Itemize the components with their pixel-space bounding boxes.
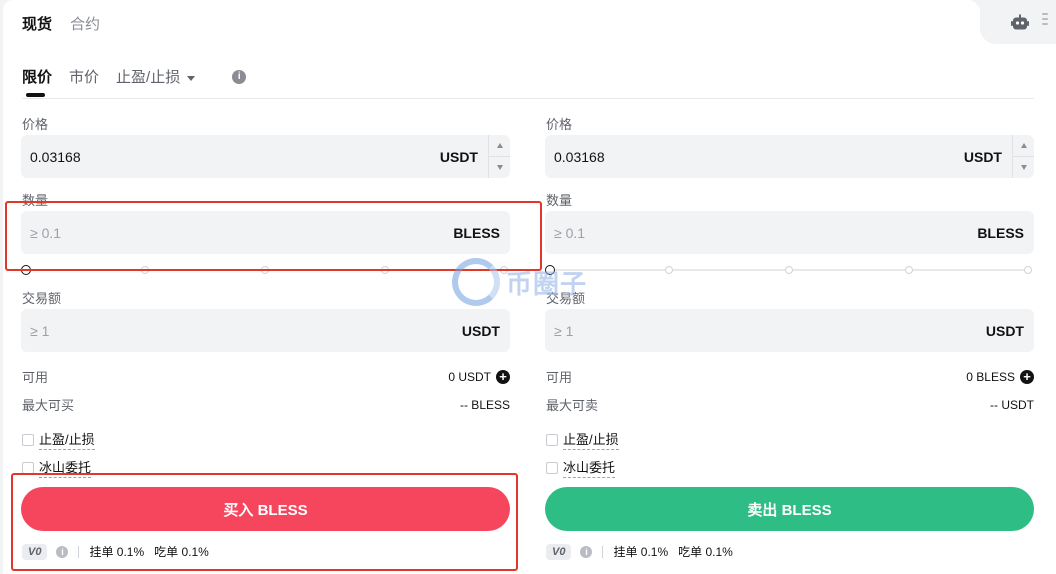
sell-qty-input[interactable]: ≥ 0.1 BLESS xyxy=(545,211,1034,254)
increment-button[interactable] xyxy=(1013,135,1034,156)
watermark-logo-icon xyxy=(452,258,500,306)
sell-button[interactable]: 卖出 BLESS xyxy=(545,487,1034,531)
sell-price-unit: USDT xyxy=(963,148,1002,165)
tab-tpsl-label: 止盈/止损 xyxy=(116,69,181,86)
vip-badge[interactable]: V0 xyxy=(546,543,572,560)
sell-available-row: 可用 0 BLESS + xyxy=(546,367,1034,386)
slider-step-50[interactable] xyxy=(785,266,793,274)
chevron-down-icon xyxy=(187,75,196,81)
watermark-text: 币圈子 xyxy=(506,268,588,299)
sell-percent-slider[interactable] xyxy=(545,264,1034,276)
tabs-divider xyxy=(22,98,1034,99)
sell-qty-label: 数量 xyxy=(546,193,573,208)
tab-market[interactable]: 市价 xyxy=(69,66,99,87)
sell-qty-placeholder: ≥ 0.1 xyxy=(554,224,586,241)
buy-amount-input[interactable]: ≥ 1 USDT xyxy=(21,309,510,352)
sell-iceberg-label: 冰山委托 xyxy=(563,457,616,478)
buy-price-label: 价格 xyxy=(22,117,49,132)
checkbox-box[interactable] xyxy=(546,461,558,474)
slider-step-100[interactable] xyxy=(1024,266,1032,274)
buy-tpsl-label: 止盈/止损 xyxy=(39,429,95,450)
maker-fee: 挂单 0.1% xyxy=(613,545,669,559)
sell-price-stepper xyxy=(1012,135,1034,178)
plus-icon[interactable]: + xyxy=(1020,369,1034,384)
buy-price-unit: USDT xyxy=(439,148,478,165)
slider-step-75[interactable] xyxy=(905,266,913,274)
robot-icon[interactable] xyxy=(1011,14,1029,32)
sell-max-row: 最大可卖 -- USDT xyxy=(546,395,1034,414)
buy-price-stepper xyxy=(488,135,510,178)
info-icon[interactable]: i xyxy=(580,545,593,558)
chevron-up-icon xyxy=(1020,143,1027,148)
chevron-down-icon xyxy=(496,165,503,170)
buy-max-label: 最大可买 xyxy=(22,398,75,413)
buy-amount-label: 交易额 xyxy=(22,291,62,306)
buy-amount-unit: USDT xyxy=(461,322,500,339)
buy-price-value: 0.03168 xyxy=(30,148,81,165)
tab-spot[interactable]: 现货 xyxy=(22,13,52,34)
sell-amount-placeholder: ≥ 1 xyxy=(554,322,574,339)
tab-futures[interactable]: 合约 xyxy=(70,13,100,34)
buy-price-input[interactable]: 0.03168 USDT xyxy=(21,135,510,178)
market-tabs: 现货 合约 xyxy=(22,13,100,34)
sell-tpsl-label: 止盈/止损 xyxy=(563,429,619,450)
sell-available-value: 0 BLESS xyxy=(966,369,1015,384)
sell-iceberg-checkbox[interactable]: 冰山委托 xyxy=(546,457,616,478)
checkbox-box[interactable] xyxy=(22,461,34,474)
buy-available-value: 0 USDT xyxy=(448,369,491,384)
sell-tpsl-checkbox[interactable]: 止盈/止损 xyxy=(546,429,619,450)
sell-amount-input[interactable]: ≥ 1 USDT xyxy=(545,309,1034,352)
chevron-down-icon xyxy=(1020,165,1027,170)
chevron-up-icon xyxy=(496,143,503,148)
fee-separator xyxy=(602,545,604,558)
sell-max-value: -- USDT xyxy=(990,397,1034,412)
watermark: 币圈子 xyxy=(452,258,587,306)
buy-tpsl-checkbox[interactable]: 止盈/止损 xyxy=(22,429,95,450)
decrement-button[interactable] xyxy=(1013,156,1034,178)
decrement-button[interactable] xyxy=(489,156,510,178)
taker-fee: 吃单 0.1% xyxy=(678,545,733,559)
slider-step-25[interactable] xyxy=(665,266,673,274)
buy-available-label: 可用 xyxy=(22,370,49,385)
buy-max-row: 最大可买 -- BLESS xyxy=(22,395,510,414)
highlight-buy xyxy=(11,473,518,571)
sell-amount-unit: USDT xyxy=(985,322,1024,339)
sell-max-label: 最大可卖 xyxy=(546,398,599,413)
tab-limit[interactable]: 限价 xyxy=(22,66,52,97)
buy-max-value: -- BLESS xyxy=(459,397,510,412)
more-icon[interactable] xyxy=(1042,13,1048,27)
sell-available-label: 可用 xyxy=(546,370,573,385)
sell-fee-info: V0 i 挂单 0.1% 吃单 0.1% xyxy=(546,543,743,560)
sell-price-input[interactable]: 0.03168 USDT xyxy=(545,135,1034,178)
sell-qty-unit: BLESS xyxy=(977,224,1024,241)
checkbox-box[interactable] xyxy=(22,433,34,446)
sell-price-value: 0.03168 xyxy=(554,148,605,165)
buy-amount-placeholder: ≥ 1 xyxy=(30,322,50,339)
order-type-tabs: 限价 市价 止盈/止损 i xyxy=(22,66,247,97)
sell-price-label: 价格 xyxy=(546,117,573,132)
tab-tpsl[interactable]: 止盈/止损 xyxy=(116,66,196,87)
checkbox-box[interactable] xyxy=(546,433,558,446)
plus-icon[interactable]: + xyxy=(496,369,510,384)
info-icon[interactable]: i xyxy=(232,69,247,84)
increment-button[interactable] xyxy=(489,135,510,156)
buy-available-row: 可用 0 USDT + xyxy=(22,367,510,386)
